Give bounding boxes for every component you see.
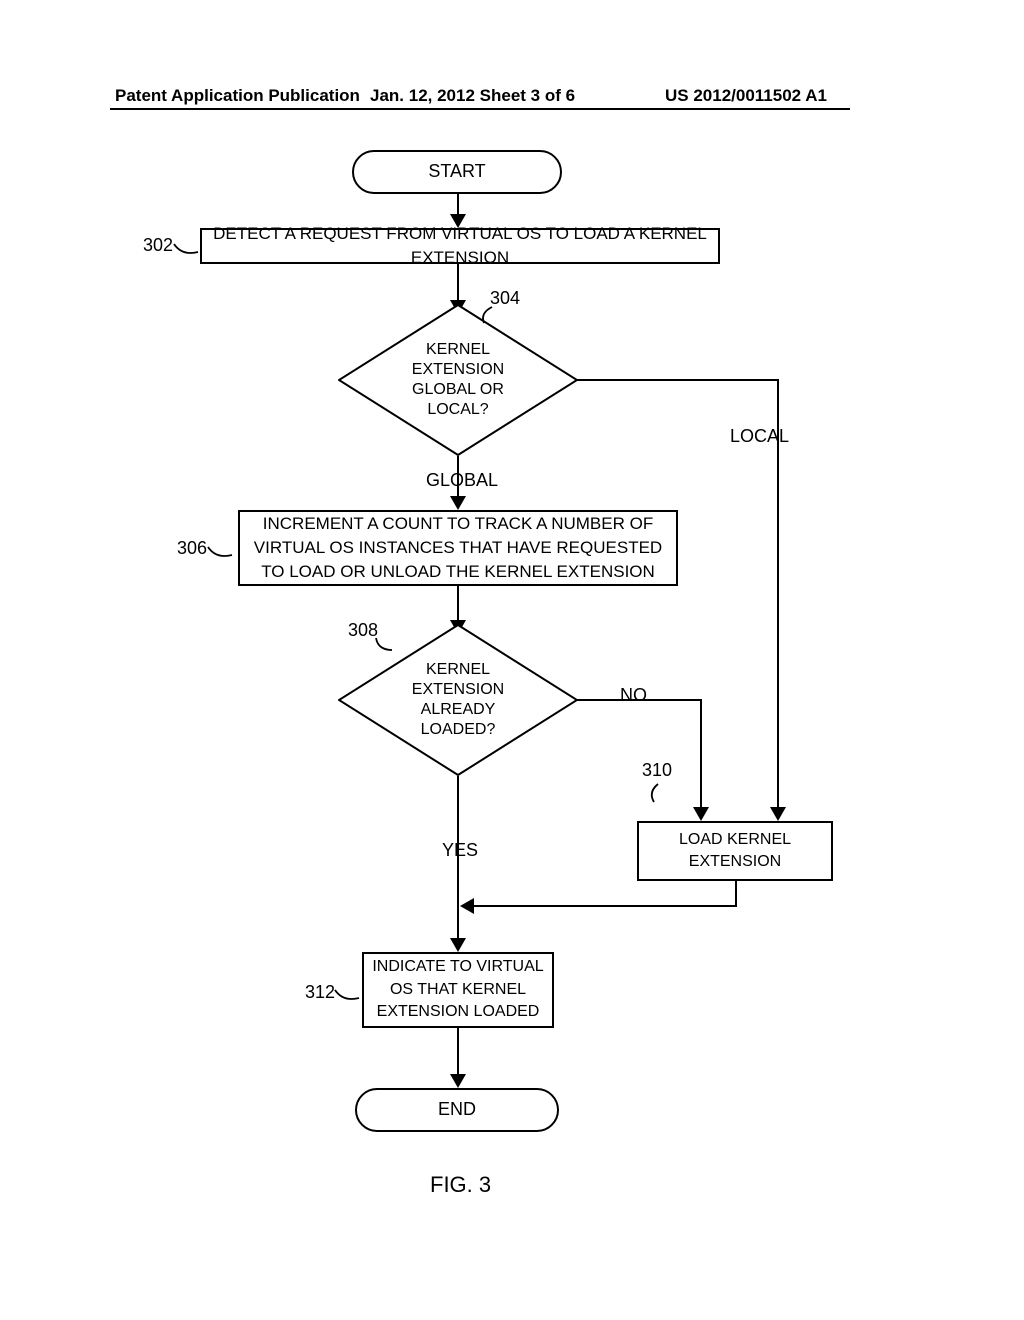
- step-302-text: DETECT A REQUEST FROM VIRTUAL OS TO LOAD…: [206, 222, 714, 270]
- end-terminator: END: [355, 1088, 559, 1132]
- header-publication: Patent Application Publication: [115, 86, 360, 106]
- connector: [700, 699, 702, 809]
- d304-line4: LOCAL?: [338, 400, 578, 420]
- connector: [473, 905, 737, 907]
- step-306-increment-count: INCREMENT A COUNT TO TRACK A NUMBER OF V…: [238, 510, 678, 586]
- callout-curve-icon: [206, 545, 234, 561]
- branch-label-global: GLOBAL: [426, 470, 498, 491]
- ref-302: 302: [143, 235, 173, 256]
- callout-curve-icon: [648, 782, 666, 804]
- step-306-text: INCREMENT A COUNT TO TRACK A NUMBER OF V…: [244, 512, 672, 583]
- connector: [457, 1028, 459, 1076]
- connector: [457, 586, 459, 622]
- d304-line2: EXTENSION: [338, 360, 578, 380]
- arrowhead-down-icon: [450, 938, 466, 952]
- d308-line4: LOADED?: [338, 720, 578, 740]
- connector: [577, 379, 777, 381]
- connector: [735, 881, 737, 905]
- connector: [457, 194, 459, 216]
- decision-304-global-or-local: KERNEL EXTENSION GLOBAL OR LOCAL?: [338, 304, 578, 456]
- ref-310: 310: [642, 760, 672, 781]
- arrowhead-down-icon: [450, 496, 466, 510]
- header-rule: [110, 108, 850, 110]
- d308-line2: EXTENSION: [338, 680, 578, 700]
- figure-label: FIG. 3: [430, 1172, 491, 1198]
- start-terminator: START: [352, 150, 562, 194]
- step-312-text: INDICATE TO VIRTUAL OS THAT KERNEL EXTEN…: [368, 956, 548, 1023]
- branch-label-local: LOCAL: [730, 426, 789, 447]
- arrowhead-left-icon: [460, 898, 474, 914]
- ref-304: 304: [490, 288, 520, 309]
- step-310-text: LOAD KERNEL EXTENSION: [643, 829, 827, 874]
- connector: [457, 264, 459, 302]
- patent-figure-page: Patent Application Publication Jan. 12, …: [0, 0, 1024, 1320]
- arrowhead-down-icon: [770, 807, 786, 821]
- d304-line1: KERNEL: [338, 340, 578, 360]
- branch-label-no: NO: [620, 685, 647, 706]
- branch-label-yes: YES: [442, 840, 478, 861]
- header-pub-number: US 2012/0011502 A1: [665, 86, 827, 106]
- arrowhead-down-icon: [693, 807, 709, 821]
- callout-curve-icon: [374, 636, 394, 654]
- page-header: Patent Application Publication Jan. 12, …: [0, 86, 1024, 110]
- ref-312: 312: [305, 982, 335, 1003]
- d308-line1: KERNEL: [338, 660, 578, 680]
- ref-306: 306: [177, 538, 207, 559]
- callout-curve-icon: [333, 988, 361, 1004]
- step-312-indicate-loaded: INDICATE TO VIRTUAL OS THAT KERNEL EXTEN…: [362, 952, 554, 1028]
- callout-curve-icon: [478, 305, 494, 325]
- connector: [457, 906, 459, 940]
- start-label: START: [428, 161, 485, 183]
- step-302-detect-request: DETECT A REQUEST FROM VIRTUAL OS TO LOAD…: [200, 228, 720, 264]
- end-label: END: [438, 1099, 476, 1121]
- callout-curve-icon: [172, 242, 200, 258]
- header-sheet-info: Jan. 12, 2012 Sheet 3 of 6: [370, 86, 575, 106]
- d304-line3: GLOBAL OR: [338, 380, 578, 400]
- step-310-load-kernel-extension: LOAD KERNEL EXTENSION: [637, 821, 833, 881]
- arrowhead-down-icon: [450, 1074, 466, 1088]
- d308-line3: ALREADY: [338, 700, 578, 720]
